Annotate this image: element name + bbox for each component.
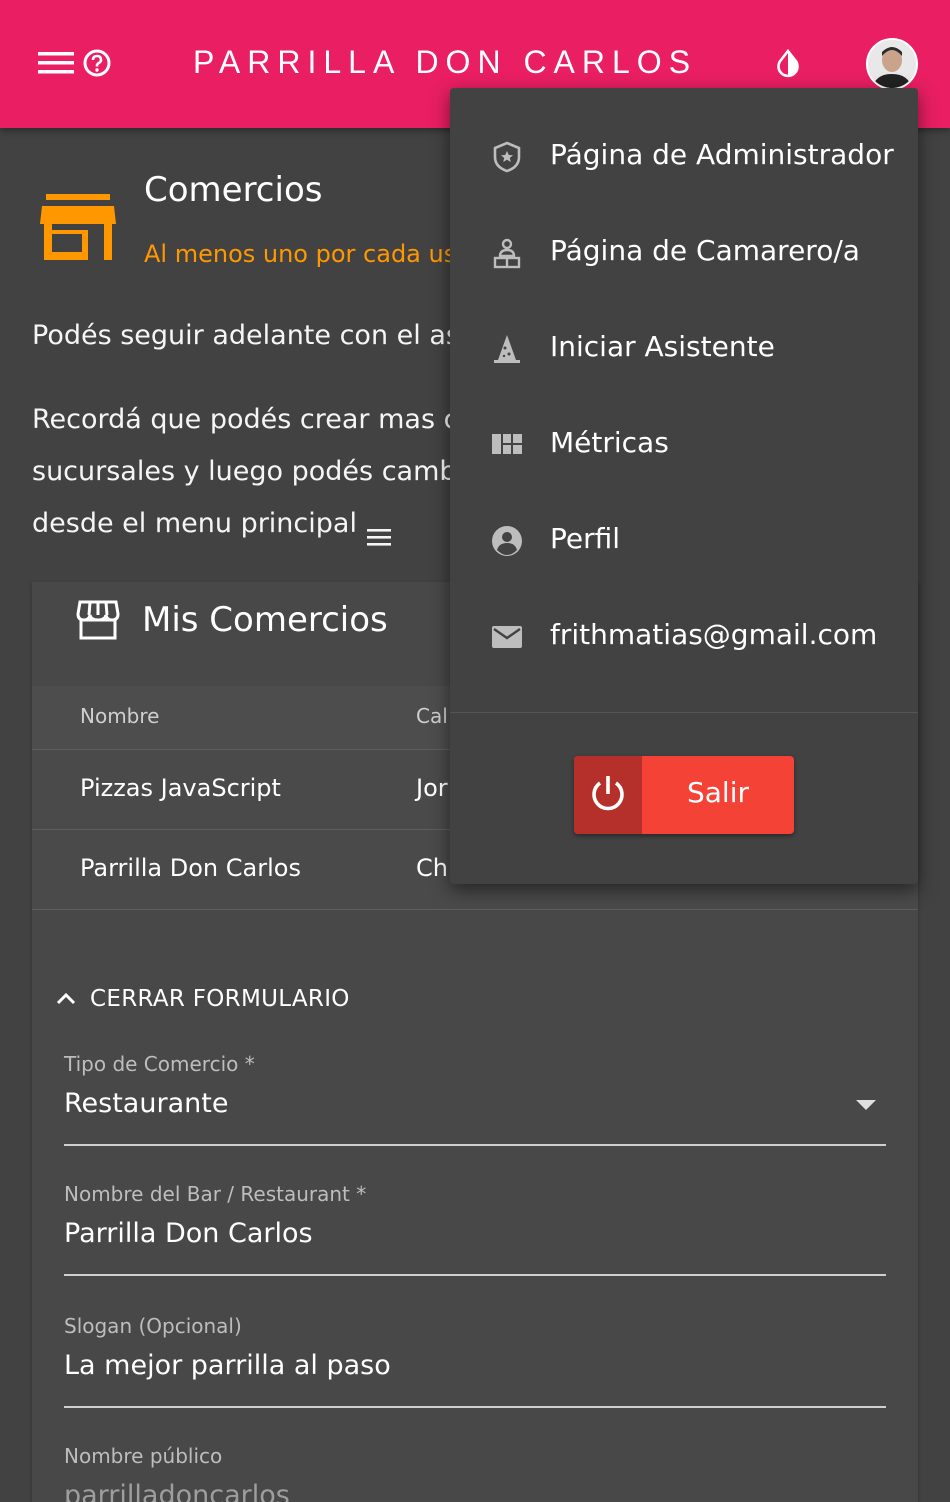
menu-item-label: Iniciar Asistente [550,330,775,363]
table-cell-name: Pizzas JavaScript [80,774,281,802]
reminder-line-3-text: desde el menu principal [32,508,357,539]
contrast-drop-icon[interactable] [772,48,804,80]
account-circle-icon [490,524,524,558]
menu-item-label: Página de Camarero/a [550,234,860,267]
table-cell-street: Chi [416,854,455,882]
table-cell-street: Jor [416,774,448,802]
menu-item-label: frithmatias@gmail.com [550,618,878,651]
field-label: Slogan (Opcional) [64,1314,242,1338]
reminder-line-1: Recordá que podés crear mas c [32,404,452,435]
logout-label: Salir [686,776,749,809]
waiter-icon [490,236,524,270]
dashboard-icon [490,428,524,462]
dropdown-arrow-icon[interactable] [856,1100,876,1110]
close-form-button[interactable]: CERRAR FORMULARIO [52,982,350,1016]
wizard-hat-icon [490,332,524,366]
menu-item-label: Métricas [550,426,669,459]
reminder-paragraph: Recordá que podés crear mas c sucursales… [32,394,452,550]
page-title: Comercios [144,170,323,210]
menu-item-label: Página de Administrador [550,138,894,171]
menu-item-metrics[interactable]: Métricas [450,396,918,492]
menu-item-email[interactable]: frithmatias@gmail.com [450,588,918,684]
menu-item-admin-page[interactable]: Página de Administrador [450,108,918,204]
app-title: PARRILLA DON CARLOS [192,44,698,80]
column-header-name[interactable]: Nombre [80,704,159,728]
menu-item-waiter-page[interactable]: Página de Camarero/a [450,204,918,300]
intro-paragraph: Podés seguir adelante con el as [32,320,452,351]
menu-item-label: Perfil [550,522,621,555]
field-value[interactable]: Parrilla Don Carlos [64,1218,886,1276]
store-type-select[interactable]: Tipo de Comercio * Restaurante [64,1052,886,1146]
shield-star-icon [490,140,524,174]
user-menu-dropdown: Página de Administrador Página de Camare… [450,88,918,884]
field-value[interactable]: parrilladoncarlos [64,1480,886,1502]
field-value[interactable]: Restaurante [64,1088,886,1146]
page-subtitle: Al menos uno por cada us [144,240,450,268]
field-label: Nombre del Bar / Restaurant * [64,1182,367,1206]
column-header-street[interactable]: Cal [416,704,448,728]
chevron-up-icon [56,992,76,1005]
menu-item-start-wizard[interactable]: Iniciar Asistente [450,300,918,396]
storefront-icon [76,598,120,642]
field-label: Tipo de Comercio * [64,1052,255,1076]
public-name-field[interactable]: Nombre público parrilladoncarlos [64,1444,886,1502]
reminder-line-2: sucursales y luego podés camb [32,456,452,487]
field-value[interactable]: La mejor parrilla al paso [64,1350,886,1408]
close-form-label: CERRAR FORMULARIO [90,986,350,1012]
user-avatar[interactable] [866,38,918,90]
slogan-field[interactable]: Slogan (Opcional) La mejor parrilla al p… [64,1314,886,1408]
menu-icon [365,514,393,546]
menu-item-profile[interactable]: Perfil [450,492,918,588]
menu-divider [450,712,918,713]
store-name-field[interactable]: Nombre del Bar / Restaurant * Parrilla D… [64,1182,886,1276]
store-icon [40,190,120,264]
table-cell-name: Parrilla Don Carlos [80,854,301,882]
logout-button[interactable]: Salir [574,756,794,834]
email-icon [490,620,524,654]
reminder-line-3: desde el menu principal [32,498,452,550]
power-icon [574,756,642,834]
card-title: Mis Comercios [142,600,388,640]
field-label: Nombre público [64,1444,223,1468]
